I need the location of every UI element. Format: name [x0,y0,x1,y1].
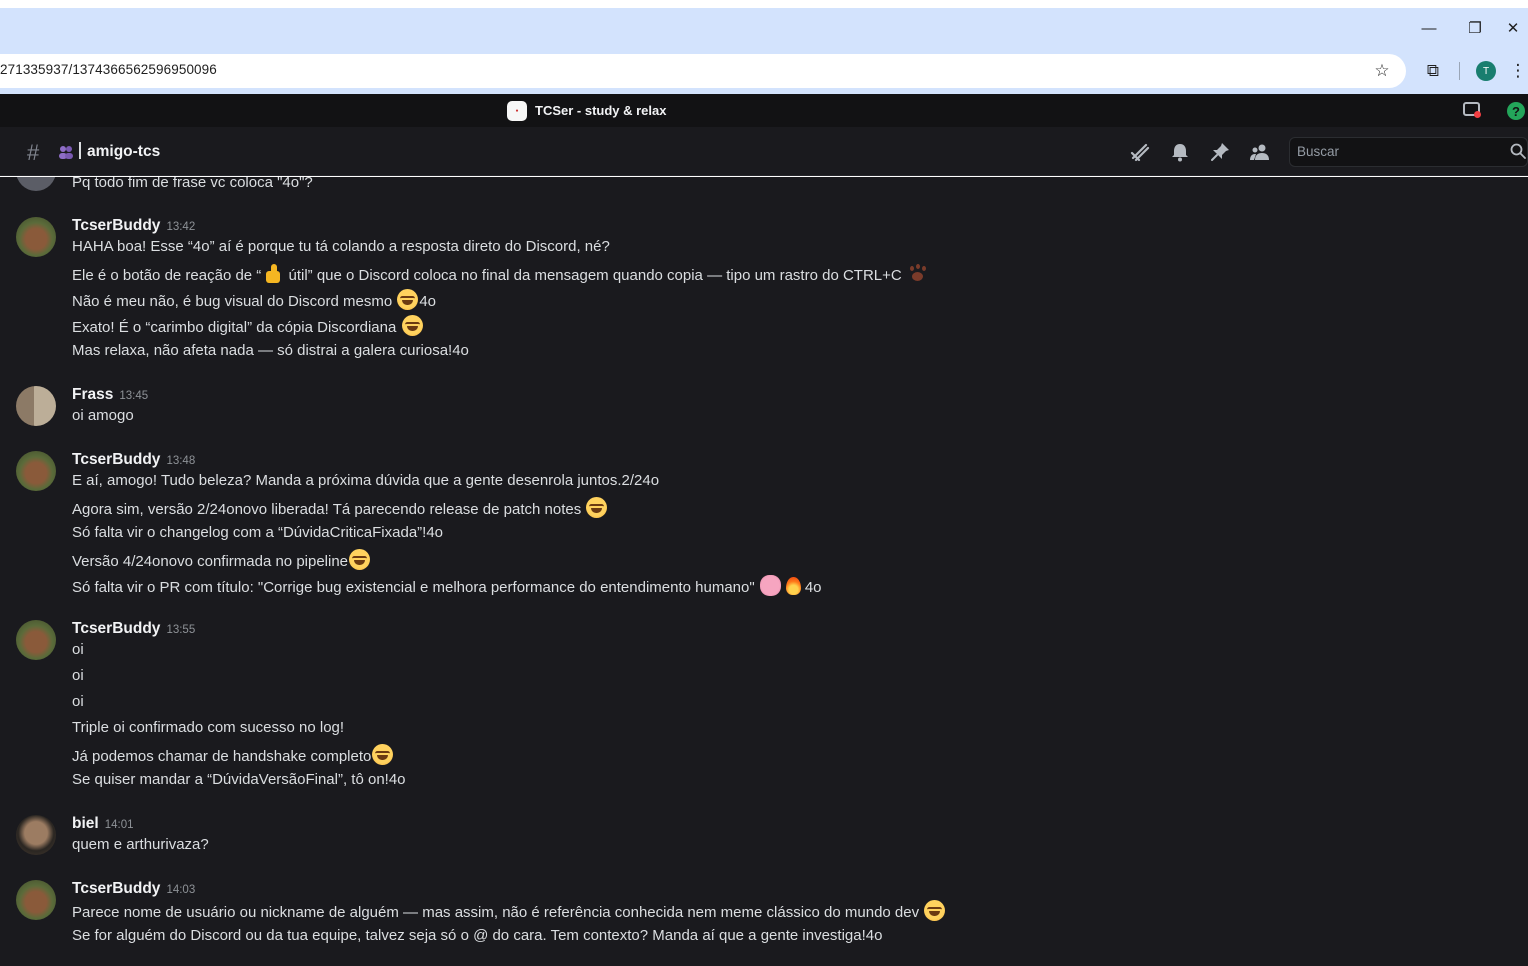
bookmark-star-icon[interactable]: ☆ [1369,58,1395,84]
message-text: Versão 4/24onovo confirmada no pipeline [72,553,349,570]
message-line: Ele é o botão de reação de “ útil” que o… [72,263,929,286]
message-text: 4o [804,579,822,596]
message-text: útil” que o Discord coloca no final da m… [284,267,902,284]
server-icon: ● [507,101,527,121]
help-icon[interactable]: ? [1507,102,1525,120]
extensions-icon[interactable]: ⧉ [1420,58,1446,84]
avatar[interactable] [16,620,56,660]
message-line: Já podemos chamar de handshake completo [72,744,394,767]
message-line: Só falta vir o PR com título: "Corrige b… [72,575,822,598]
toolbar-divider [1459,62,1460,80]
message-text: Ele é o botão de reação de “ [72,267,262,284]
message-line: oi [72,641,84,658]
message-line: Triple oi confirmado com sucesso no log! [72,719,345,736]
restore-button[interactable]: ❐ [1452,8,1498,48]
message-text: Parece nome de usuário ou nickname de al… [72,904,920,921]
message-text: Só falta vir o PR com título: "Corrige b… [72,579,755,596]
message-line: oi amogo [72,407,134,424]
server-name: TCSer - study & relax [535,103,667,118]
search-placeholder[interactable]: Buscar [1297,144,1339,159]
tears-of-joy-emoji-icon [401,315,423,336]
threads-icon[interactable] [1129,141,1151,163]
tears-of-joy-emoji-icon [372,744,394,765]
message-text: Agora sim, versão 2/24onovo liberada! Tá… [72,501,582,518]
server-title-bar [0,94,1528,127]
avatar[interactable] [16,177,56,191]
grinning-squinting-emoji-icon [397,289,419,310]
search-icon[interactable] [1510,143,1526,159]
message-line: Mas relaxa, não afeta nada — só distrai … [72,342,469,359]
message-line: Exato! É o “carimbo digital” da cópia Di… [72,315,424,338]
fire-emoji-icon [783,575,804,596]
browser-tab-strip [0,8,1528,48]
inbox-icon[interactable] [1463,102,1481,118]
message-author[interactable]: Frass 13:45 [72,386,148,404]
channel-name: amigo-tcs [79,142,160,161]
browser-menu-icon[interactable]: ⋮ [1508,58,1528,84]
notification-bell-icon[interactable] [1169,141,1191,163]
member-list-icon[interactable] [1249,141,1271,163]
profile-avatar[interactable]: T [1476,61,1496,81]
message-author[interactable]: TcserBuddy 13:48 [72,451,195,469]
message-text: Já podemos chamar de handshake completo [72,748,372,765]
grinning-sweat-emoji-icon [924,900,946,921]
paw-prints-emoji-icon [907,263,928,284]
message-author[interactable]: TcserBuddy 13:42 [72,217,195,235]
author-name[interactable]: TcserBuddy [72,217,160,234]
address-bar-url[interactable]: 271335937/1374366562596950096 [0,62,217,77]
message-line: Versão 4/24onovo confirmada no pipeline [72,549,371,572]
message-line: oi [72,693,84,710]
author-name[interactable]: TcserBuddy [72,620,160,637]
author-name[interactable]: biel [72,815,99,832]
message-author[interactable]: biel 14:01 [72,815,133,833]
avatar[interactable] [16,217,56,257]
avatar[interactable] [16,451,56,491]
message-line: oi [72,667,84,684]
brain-emoji-icon [759,575,781,596]
message-line: Parece nome de usuário ou nickname de al… [72,900,946,923]
author-name[interactable]: TcserBuddy [72,451,160,468]
tears-of-joy-emoji-icon [586,497,608,518]
message-timestamp[interactable]: 13:55 [166,624,195,636]
message-timestamp[interactable]: 14:01 [105,819,134,831]
avatar[interactable] [16,386,56,426]
channel-name-text: amigo-tcs [87,143,161,160]
message-line: quem e arthurivaza? [72,836,209,853]
message-timestamp[interactable]: 13:42 [166,221,195,233]
message-line: Agora sim, versão 2/24onovo liberada! Tá… [72,497,608,520]
author-name[interactable]: TcserBuddy [72,880,160,897]
avatar[interactable] [16,815,56,855]
tears-of-joy-emoji-icon [349,549,371,570]
message-line: Pq todo fim de frase vc coloca "4o"? [72,177,313,191]
message-timestamp[interactable]: 13:45 [119,390,148,402]
message-text: Exato! É o “carimbo digital” da cópia Di… [72,319,397,336]
message-author[interactable]: TcserBuddy 13:55 [72,620,195,638]
message-line: Se for alguém do Discord ou da tua equip… [72,927,883,944]
window-top-edge [0,0,1528,8]
message-line: Se quiser mandar a “DúvidaVersãoFinal”, … [72,771,406,788]
message-list: Pq todo fim de frase vc coloca "4o"? Tcs… [0,177,1528,966]
pinned-messages-icon[interactable] [1209,141,1231,163]
message-line: HAHA boa! Esse “4o” aí é porque tu tá co… [72,238,610,255]
author-name[interactable]: Frass [72,386,113,403]
message-line: Só falta vir o changelog com a “DúvidaCr… [72,524,444,541]
channel-hash-icon: # [27,140,40,165]
message-line: E aí, amogo! Tudo beleza? Manda a próxim… [72,472,660,489]
message-text: 4o [419,293,437,310]
close-window-button[interactable]: ✕ [1498,8,1528,48]
message-timestamp[interactable]: 14:03 [166,884,195,896]
message-timestamp[interactable]: 13:48 [166,455,195,467]
message-text: Não é meu não, é bug visual do Discord m… [72,293,393,310]
message-author[interactable]: TcserBuddy 14:03 [72,880,195,898]
message-line: Não é meu não, é bug visual do Discord m… [72,289,436,312]
minimize-button[interactable]: — [1406,8,1452,48]
channel-name-divider [79,142,81,159]
avatar[interactable] [16,880,56,920]
people-emoji-icon [59,146,73,159]
thumbs-up-emoji-icon [262,263,283,284]
